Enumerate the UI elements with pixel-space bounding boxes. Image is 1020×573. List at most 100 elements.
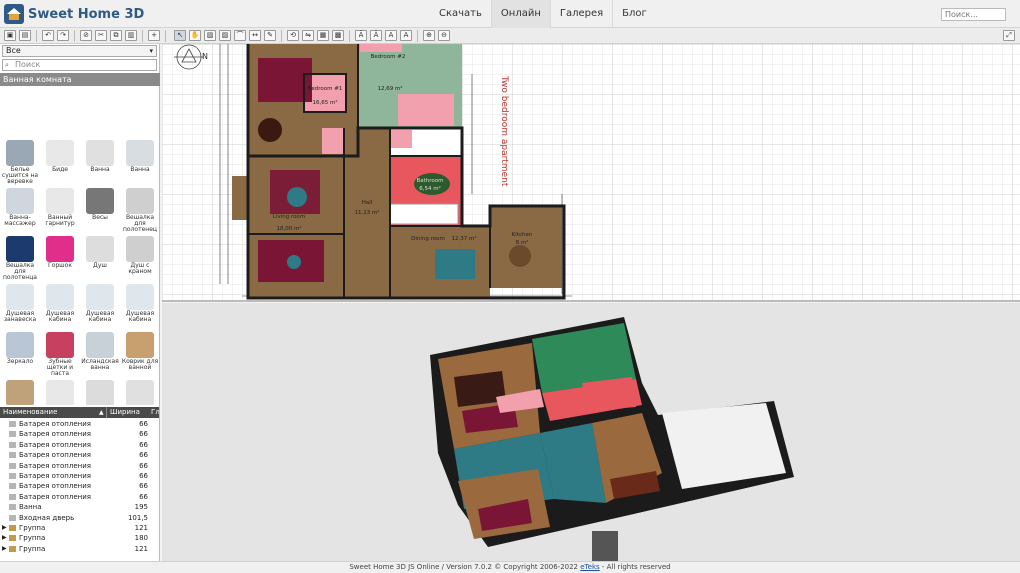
copy-icon[interactable]: ⧉ [110, 30, 122, 41]
catalog-item[interactable]: Биде [40, 137, 80, 185]
catalog-item[interactable]: Душ с краном [120, 233, 160, 281]
app-logo[interactable]: Sweet Home 3D [4, 4, 144, 24]
zoom-out-icon[interactable]: ⊖ [438, 30, 450, 41]
catalog-item[interactable]: Мыло [80, 377, 120, 405]
catalog-item-label: Душ с краном [128, 262, 152, 275]
nav-online[interactable]: Онлайн [490, 0, 550, 28]
furniture-icon [9, 441, 16, 448]
catalog-item[interactable]: Вешалка для полотенец [120, 185, 160, 233]
create-rooms-icon[interactable]: ▨ [219, 30, 231, 41]
text-size-icon[interactable]: Â [370, 30, 382, 41]
row-width: 101,5 [127, 513, 148, 522]
fullscreen-icon[interactable]: ⤢ [1003, 30, 1015, 41]
table-row[interactable]: Батарея отопления 66 [0, 440, 159, 451]
redo-icon[interactable]: ↷ [57, 30, 69, 41]
add-furniture-icon[interactable]: + [148, 30, 160, 41]
catalog-item[interactable]: Коврик для ванной [120, 329, 160, 377]
undo-icon[interactable]: ↶ [42, 30, 54, 41]
floor-plan-canvas[interactable]: N Bedroom #1 16,65 m² Bedroom #2 12,69 m… [162, 44, 1020, 302]
delete-icon[interactable]: ⊘ [80, 30, 92, 41]
table-row[interactable]: Батарея отопления 66 [0, 481, 159, 492]
room-area-hall: 11,13 m² [354, 209, 379, 216]
rotate-icon[interactable]: ⟲ [287, 30, 299, 41]
catalog-item[interactable]: Корзина для белья [0, 377, 40, 405]
site-search-input[interactable] [941, 8, 1006, 21]
row-name: Батарея отопления [19, 482, 91, 491]
plan-view[interactable]: N Bedroom #1 16,65 m² Bedroom #2 12,69 m… [162, 44, 1020, 302]
text-style-icon[interactable]: Ā [355, 30, 367, 41]
expand-icon[interactable]: ▶ [2, 544, 7, 554]
main-nav: Скачать Онлайн Галерея Блог [430, 0, 656, 28]
catalog-item[interactable]: Вешалка для полотенца [0, 233, 40, 281]
table-row[interactable]: Батарея отопления 66 [0, 492, 159, 503]
pan-mode-icon[interactable]: ✋ [189, 30, 201, 41]
table-row[interactable]: ▶ Группа 180 [0, 533, 159, 544]
room-area-bedroom1: 16,65 m² [312, 99, 337, 106]
furniture-icon [9, 452, 16, 459]
column-name[interactable]: Наименование [3, 407, 57, 418]
table-row[interactable]: Батарея отопления 66 [0, 429, 159, 440]
furniture-thumbnail-icon [86, 236, 114, 262]
plan-title-label[interactable]: Two bedroom apartment [499, 75, 509, 187]
category-select[interactable]: Все ▾ [2, 45, 157, 57]
column-depth[interactable]: Гл [151, 407, 159, 418]
nav-download[interactable]: Скачать [430, 0, 491, 28]
catalog-item[interactable]: Писсуар [120, 377, 160, 405]
group-icon[interactable]: ▦ [317, 30, 329, 41]
ungroup-icon[interactable]: ▩ [332, 30, 344, 41]
text-bold-icon[interactable]: A [385, 30, 397, 41]
table-row[interactable]: ▶ Группа 121 [0, 544, 159, 555]
catalog-item[interactable]: Ванна-массажер [0, 185, 40, 233]
preferences-icon[interactable]: ▤ [19, 30, 31, 41]
create-polylines-icon[interactable]: ⌒ [234, 30, 246, 41]
catalog-item[interactable]: Душевая кабина [120, 281, 160, 329]
catalog-item[interactable]: Ванна [80, 137, 120, 185]
footer-eteks-link[interactable]: eTeks [580, 563, 599, 571]
catalog-item[interactable]: Белье сушится на веревке [0, 137, 40, 185]
furniture-list: Наименование ▲ Ширина Гл Батарея отоплен… [0, 407, 160, 561]
paste-icon[interactable]: ▥ [125, 30, 137, 41]
editor-toolbar: ▣ ▤ ↶ ↷ ⊘ ✂ ⧉ ▥ + ↖ ✋ ▧ ▨ ⌒ ↔ ✎ ⟲ ⇋ ▦ ▩ … [0, 28, 1020, 44]
zoom-in-icon[interactable]: ⊕ [423, 30, 435, 41]
catalog-item[interactable]: Маленькая раковина [40, 377, 80, 405]
table-row[interactable]: ▶ Группа 121 [0, 523, 159, 534]
3d-view[interactable] [162, 303, 1020, 561]
furniture-thumbnail-icon [46, 332, 74, 358]
expand-icon[interactable]: ▶ [2, 523, 7, 533]
catalog-item[interactable]: Ванна [120, 137, 160, 185]
nav-gallery[interactable]: Галерея [549, 0, 612, 28]
table-row[interactable]: Входная дверь 101,5 [0, 513, 159, 524]
text-italic-icon[interactable]: A [400, 30, 412, 41]
create-walls-icon[interactable]: ▧ [204, 30, 216, 41]
catalog-search-input[interactable]: ⌕ Поиск [2, 59, 157, 71]
furniture-icon [9, 493, 16, 500]
column-width[interactable]: Ширина [110, 407, 140, 418]
table-row[interactable]: Батарея отопления 66 [0, 419, 159, 430]
catalog-item[interactable]: Душевая занавеска [0, 281, 40, 329]
row-name: Входная дверь [19, 513, 75, 522]
catalog-item[interactable]: Весы [80, 185, 120, 233]
create-dimensions-icon[interactable]: ↔ [249, 30, 261, 41]
flip-icon[interactable]: ⇋ [302, 30, 314, 41]
catalog-item[interactable]: Зеркало [0, 329, 40, 377]
catalog-item[interactable]: Душевая кабина [80, 281, 120, 329]
catalog-item[interactable]: Душевая кабина [40, 281, 80, 329]
table-row[interactable]: Ванна 195 [0, 502, 159, 513]
cut-icon[interactable]: ✂ [95, 30, 107, 41]
catalog-item[interactable]: Исландская ванна [80, 329, 120, 377]
table-row[interactable]: Батарея отопления 66 [0, 450, 159, 461]
catalog-item[interactable]: Горшок [40, 233, 80, 281]
new-home-icon[interactable]: ▣ [4, 30, 16, 41]
catalog-item[interactable]: Зубные щетки и паста [40, 329, 80, 377]
furniture-thumbnail-icon [6, 284, 34, 310]
table-row[interactable]: Батарея отопления 66 [0, 461, 159, 472]
select-mode-icon[interactable]: ↖ [174, 30, 186, 41]
furniture-thumbnail-icon [86, 332, 114, 358]
table-row[interactable]: Батарея отопления 66 [0, 471, 159, 482]
create-labels-icon[interactable]: ✎ [264, 30, 276, 41]
expand-icon[interactable]: ▶ [2, 533, 7, 543]
catalog-item[interactable]: Душ [80, 233, 120, 281]
3d-render-canvas[interactable] [162, 303, 1020, 561]
catalog-item[interactable]: Ванный гарнитур [40, 185, 80, 233]
nav-blog[interactable]: Блог [612, 0, 656, 28]
